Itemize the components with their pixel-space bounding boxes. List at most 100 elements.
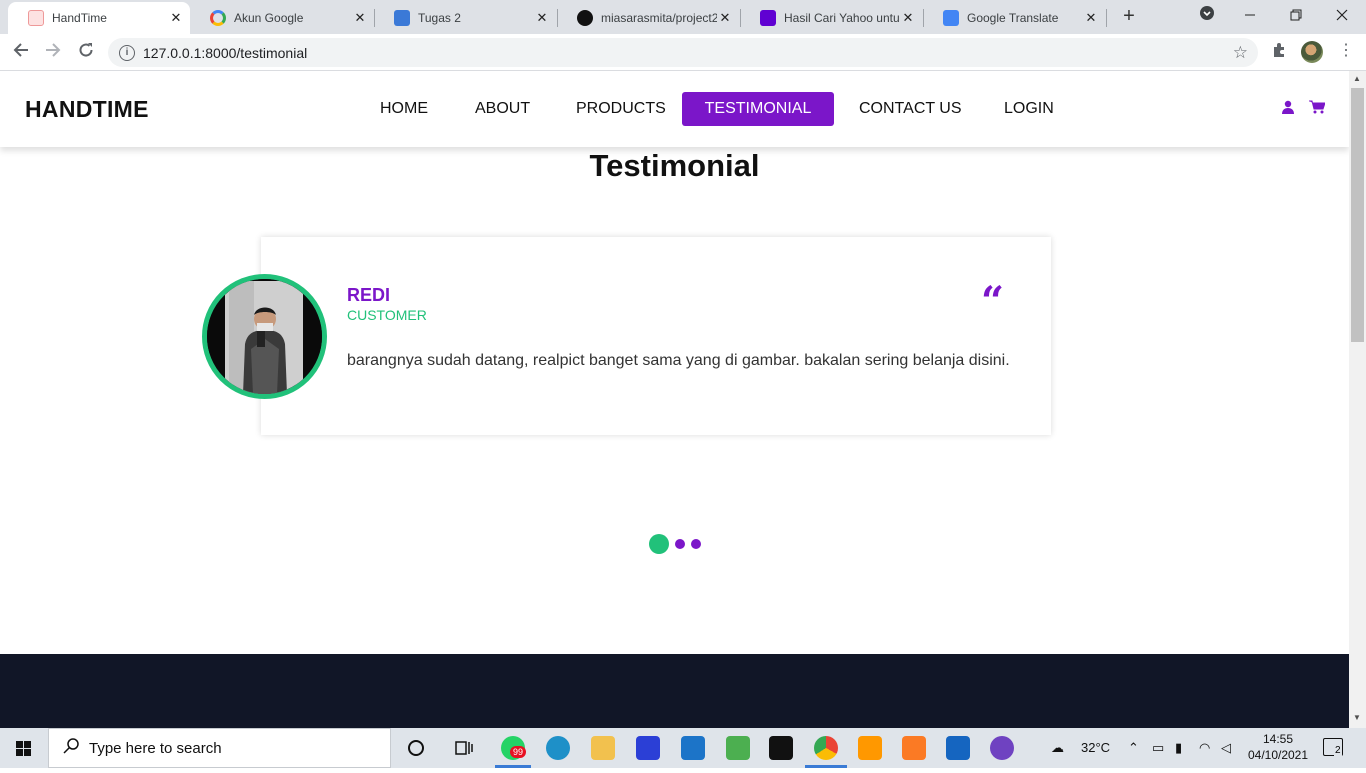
show-hidden-icons-icon[interactable]: ⌃ [1128,728,1139,768]
tab-google-translate[interactable]: Google Translate ✕ [923,2,1105,34]
mail-icon[interactable] [681,736,705,760]
tab-title: miasarasmita/project2 [601,11,717,25]
customer-avatar [202,274,327,399]
photos-icon[interactable] [946,736,970,760]
site-logo[interactable]: HANDTIME [25,96,149,123]
nav-testimonial[interactable]: TESTIMONIAL [682,92,834,126]
close-tab-icon[interactable]: ✕ [900,10,916,26]
site-footer [0,654,1349,728]
tab-title: Hasil Cari Yahoo untuk [784,11,900,25]
volume-icon[interactable]: ◁ [1221,728,1231,768]
wifi-icon[interactable]: ◠ [1199,728,1210,768]
close-tab-icon[interactable]: ✕ [1083,10,1099,26]
tab-title: Google Translate [967,11,1059,25]
scroll-up-icon[interactable]: ▲ [1353,74,1361,83]
tab-handtime[interactable]: HandTime ✕ [8,2,190,34]
tab-tugas-2[interactable]: Tugas 2 ✕ [374,2,556,34]
scroll-down-icon[interactable]: ▼ [1353,713,1361,722]
github-desktop-icon[interactable] [990,736,1014,760]
nav-products[interactable]: PRODUCTS [551,92,691,126]
sublime-text-icon[interactable] [858,736,882,760]
close-tab-icon[interactable]: ✕ [534,10,550,26]
site-header: HANDTIME HOME ABOUT PRODUCTS TESTIMONIAL… [0,71,1349,147]
weather-icon[interactable]: ☁ [1051,728,1064,768]
search-placeholder: Type here to search [89,739,222,757]
system-clock[interactable]: 14:55 04/10/2021 [1246,731,1310,763]
bookmark-star-icon[interactable]: ☆ [1233,43,1248,63]
address-bar[interactable]: i 127.0.0.1:8000/testimonial ☆ [108,38,1258,67]
nav-contact-us[interactable]: CONTACT US [834,92,987,126]
browser-toolbar: i 127.0.0.1:8000/testimonial ☆ ⋮ [0,34,1366,71]
github-icon [577,10,593,26]
notification-count: 2 [1334,745,1342,756]
terminal-icon[interactable] [769,736,793,760]
start-button[interactable] [0,728,48,768]
profile-avatar[interactable] [1301,41,1323,63]
carousel-dot-3[interactable] [691,539,701,549]
battery-icon[interactable]: ▮ [1175,728,1182,768]
yahoo-icon [760,10,776,26]
quote-icon: “ [981,278,1005,325]
tab-search-icon[interactable] [1185,2,1229,30]
notification-badge: 99 [510,746,527,758]
webpage: HANDTIME HOME ABOUT PRODUCTS TESTIMONIAL… [0,71,1349,728]
chrome-icon[interactable] [814,736,838,760]
reload-icon[interactable] [73,40,99,66]
search-icon [63,738,79,758]
tab-separator [1106,9,1107,27]
url-text: 127.0.0.1:8000/testimonial [143,44,308,61]
edge-icon[interactable] [546,736,570,760]
xampp-icon[interactable] [902,736,926,760]
nav-about[interactable]: ABOUT [450,92,555,126]
google-icon [210,10,226,26]
cortana-icon[interactable] [404,736,428,760]
weather-temp[interactable]: 32°C [1081,728,1110,768]
carousel-dot-2[interactable] [675,539,685,549]
new-tab-button[interactable]: + [1118,5,1140,27]
taskbar-search-box[interactable]: Type here to search [48,728,391,768]
translate-icon [943,10,959,26]
extensions-icon[interactable] [1271,42,1287,62]
windows-logo-icon [16,741,31,756]
cart-icon[interactable] [1309,100,1326,116]
nav-login[interactable]: LOGIN [979,92,1079,126]
handtime-favicon [28,10,44,26]
testimonial-text: barangnya sudah datang, realpict banget … [347,352,1010,369]
whatsapp-icon[interactable]: 99 [501,736,527,760]
windows-taskbar: Type here to search 99 ☁ 32°C ⌃ ▭ ▮ ◠ ◁ … [0,728,1366,768]
vscode-style-app-icon[interactable] [636,736,660,760]
minimize-icon[interactable] [1228,2,1272,30]
meet-now-icon[interactable]: ▭ [1152,728,1164,768]
customer-name: REDI [347,285,391,305]
customer-role: CUSTOMER [347,307,427,323]
close-tab-icon[interactable]: ✕ [352,10,368,26]
window-close-icon[interactable] [1320,2,1364,30]
tab-akun-google[interactable]: Akun Google ✕ [190,2,374,34]
browser-tab-strip: HandTime ✕ Akun Google ✕ Tugas 2 ✕ miasa… [0,0,1366,34]
user-icon[interactable] [1281,100,1297,116]
site-info-icon[interactable]: i [119,44,135,61]
notification-center-icon[interactable]: 2 [1323,738,1343,756]
testimonial-card [261,237,1051,435]
classroom-icon [394,10,410,26]
task-view-icon[interactable] [452,736,476,760]
page-scrollbar[interactable]: ▲ ▼ [1349,71,1366,728]
back-icon[interactable] [8,40,34,66]
nav-home[interactable]: HOME [355,92,453,126]
tab-title: HandTime [52,11,107,25]
page-title: Testimonial [589,148,760,183]
tab-title: Tugas 2 [418,11,461,25]
tab-github[interactable]: miasarasmita/project2 ✕ [557,2,739,34]
tab-yahoo[interactable]: Hasil Cari Yahoo untuk ✕ [740,2,922,34]
close-tab-icon[interactable]: ✕ [717,10,733,26]
carousel-dot-1[interactable] [649,534,669,554]
forward-icon[interactable] [40,40,66,66]
scrollbar-thumb[interactable] [1351,88,1364,342]
clock-date: 04/10/2021 [1247,748,1309,762]
restore-icon[interactable] [1274,2,1318,30]
browser-menu-icon[interactable]: ⋮ [1338,40,1354,60]
tab-title: Akun Google [234,11,304,25]
file-explorer-icon[interactable] [591,736,615,760]
close-tab-icon[interactable]: ✕ [168,10,184,26]
snipping-app-icon[interactable] [726,736,750,760]
